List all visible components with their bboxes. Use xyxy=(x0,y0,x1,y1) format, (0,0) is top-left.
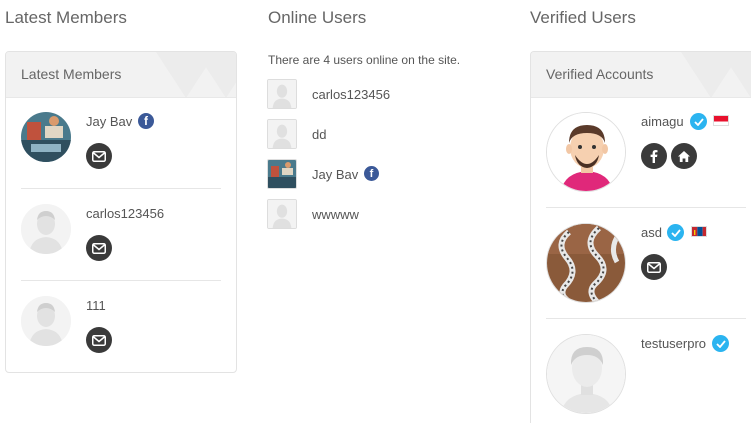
panel-title: Verified Accounts xyxy=(546,66,654,82)
online-count-text: There are 4 users online on the site. xyxy=(268,53,461,67)
mongolia-flag-icon xyxy=(691,226,707,237)
member-avatar[interactable] xyxy=(21,204,71,254)
divider xyxy=(21,280,221,281)
facebook-icon[interactable]: f xyxy=(364,166,379,181)
verified-avatar[interactable] xyxy=(546,223,626,303)
verified-users-title: Verified Users xyxy=(530,8,636,27)
online-user-name[interactable]: dd xyxy=(312,127,326,142)
divider xyxy=(21,188,221,189)
member-avatar[interactable] xyxy=(21,296,71,346)
home-icon xyxy=(678,150,690,162)
message-button[interactable] xyxy=(86,327,112,353)
mail-icon xyxy=(92,150,106,162)
divider xyxy=(546,207,746,208)
verified-user-name[interactable]: testuserpro xyxy=(641,336,706,351)
facebook-icon[interactable]: f xyxy=(138,113,154,129)
facebook-profile-button[interactable] xyxy=(641,143,667,169)
mail-icon xyxy=(92,242,106,254)
verified-avatar[interactable] xyxy=(546,112,626,192)
online-users-title: Online Users xyxy=(268,8,367,27)
online-user-avatar[interactable] xyxy=(267,199,297,229)
member-name[interactable]: 111 xyxy=(86,298,106,313)
verified-user-name[interactable]: asd xyxy=(641,225,662,240)
latest-members-title: Latest Members xyxy=(5,8,127,27)
member-name[interactable]: carlos123456 xyxy=(86,206,164,221)
online-user-name[interactable]: Jay Bav xyxy=(312,167,358,182)
website-button[interactable] xyxy=(671,143,697,169)
online-user-avatar[interactable] xyxy=(267,79,297,109)
latest-members-panel-header: Latest Members xyxy=(6,52,236,98)
mail-icon xyxy=(647,261,661,273)
divider xyxy=(546,318,746,319)
online-user-avatar[interactable] xyxy=(267,159,297,189)
verified-avatar[interactable] xyxy=(546,334,626,414)
facebook-icon xyxy=(650,150,658,163)
member-name[interactable]: Jay Bav xyxy=(86,114,132,129)
header-decoration xyxy=(196,52,236,97)
indonesia-flag-icon xyxy=(713,115,729,126)
online-user-name[interactable]: wwwww xyxy=(312,207,359,222)
online-user-avatar[interactable] xyxy=(267,119,297,149)
mail-icon xyxy=(92,334,106,346)
online-user-name[interactable]: carlos123456 xyxy=(312,87,390,102)
verified-user-name[interactable]: aimagu xyxy=(641,114,684,129)
message-button[interactable] xyxy=(641,254,667,280)
member-avatar[interactable] xyxy=(21,112,71,162)
panel-title: Latest Members xyxy=(21,66,122,82)
header-decoration xyxy=(721,52,751,97)
verified-accounts-panel-header: Verified Accounts xyxy=(531,52,751,98)
message-button[interactable] xyxy=(86,143,112,169)
verified-check-icon xyxy=(690,113,707,130)
verified-check-icon xyxy=(667,224,684,241)
message-button[interactable] xyxy=(86,235,112,261)
verified-check-icon xyxy=(712,335,729,352)
